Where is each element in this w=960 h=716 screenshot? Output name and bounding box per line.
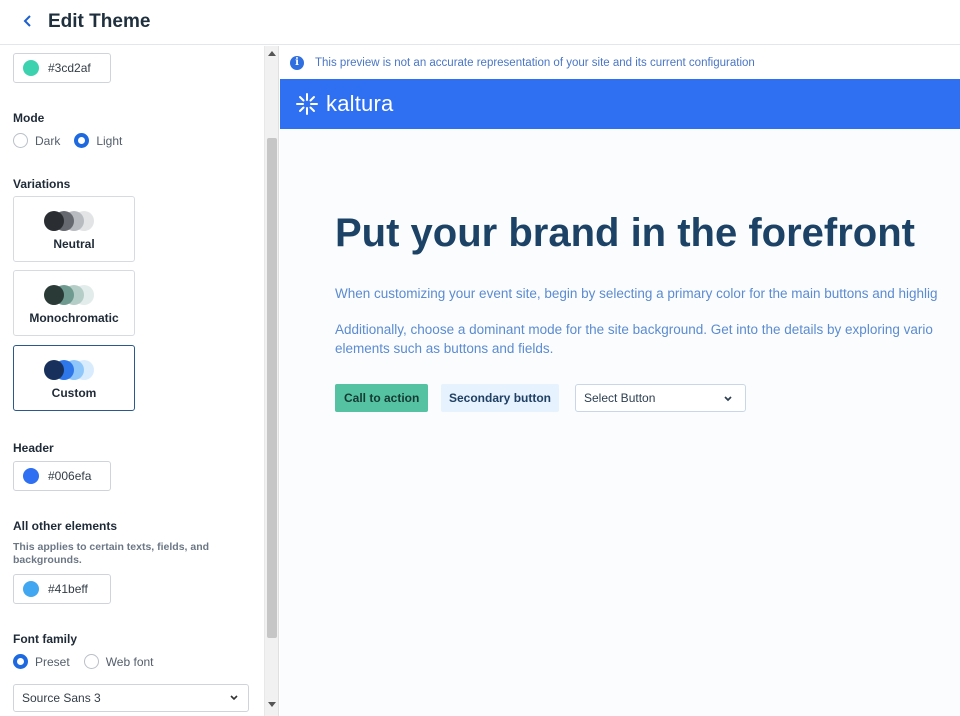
chevron-left-icon [23,15,31,27]
font-preset-label: Preset [35,654,70,669]
font-family-label: Font family [13,632,78,646]
other-elements-color-value: #41beff [48,582,88,596]
radio-dark[interactable] [13,133,28,148]
primary-color-value: #3cd2af [48,61,91,75]
mode-dark-label: Dark [35,133,61,148]
font-family-value: Source Sans 3 [22,691,101,705]
header-color-value: #006efa [48,469,92,483]
brand-name: kaltura [326,91,394,116]
header-color-swatch[interactable] [23,468,39,484]
mode-light-option[interactable]: Light [74,133,122,148]
palette-dot [44,360,64,380]
header-color-label: Header [13,441,54,455]
radio-webfont[interactable] [83,654,99,669]
hero-paragraph-2: Additionally, choose a dominant mode for… [335,322,933,356]
select-button-label: Select Button [584,391,656,405]
hero-paragraph-1: When customizing your event site, begin … [335,286,938,301]
palette-dot [44,285,64,305]
font-preset-option[interactable]: Preset [13,654,70,669]
chevron-down-icon [230,695,238,701]
primary-color-swatch[interactable] [23,60,39,76]
chevron-down-icon [724,396,732,402]
call-to-action-button[interactable]: Call to action [335,384,429,412]
mode-light-label: Light [96,133,123,148]
left-panel-scrollbar[interactable] [264,46,279,716]
palette-dot [44,211,64,231]
primary-color-field[interactable]: #3cd2af [13,53,111,83]
top-header: Edit Theme [0,0,960,45]
back-button[interactable] [18,10,38,32]
variation-card-custom[interactable]: Custom [13,345,135,411]
preview-notice-text: This preview is not an accurate represen… [315,56,755,69]
other-elements-hint: This applies to certain texts, fields, a… [13,541,210,566]
other-elements-label: All other elements [13,519,118,533]
variation-name: Neutral [53,237,95,251]
theme-preview: i This preview is not an accurate repres… [280,46,960,716]
font-webfont-label: Web font [105,654,154,669]
font-family-select[interactable]: Source Sans 3 [13,684,249,712]
other-elements-color-swatch[interactable] [23,581,39,597]
page-title: Edit Theme [48,11,151,32]
info-icon: i [290,55,304,70]
scroll-up-arrow-icon[interactable] [265,50,278,60]
other-elements-color-field[interactable]: #41beff [13,574,111,604]
preview-notice: i This preview is not an accurate repres… [280,46,960,79]
mode-dark-option[interactable]: Dark [13,133,60,148]
select-button-dropdown[interactable]: Select Button [575,384,746,412]
theme-settings-panel: #3cd2af Mode Dark Light Variations Neutr… [0,46,264,716]
neutral-palette-dots [44,211,108,231]
radio-preset[interactable] [13,654,28,669]
mode-label: Mode [13,111,45,125]
font-webfont-option[interactable]: Web font [83,654,154,669]
variation-name: Monochromatic [29,311,119,325]
monochromatic-palette-dots [44,285,108,305]
variation-card-neutral[interactable]: Neutral [13,196,135,262]
font-family-radio-group: Preset Web font [13,654,168,669]
variations-label: Variations [13,177,71,191]
header-color-field[interactable]: #006efa [13,461,111,491]
radio-light[interactable] [74,133,90,148]
variation-name: Custom [51,386,97,400]
kaltura-logo-icon [296,93,318,115]
secondary-button[interactable]: Secondary button [441,384,560,412]
preview-brand-header: kaltura [280,79,960,129]
hero-title: Put your brand in the forefront [335,211,915,255]
scroll-down-arrow-icon[interactable] [265,702,278,712]
scrollbar-thumb[interactable] [267,138,277,638]
variation-card-monochromatic[interactable]: Monochromatic [13,270,135,336]
mode-radio-group: Dark Light [13,133,136,148]
custom-palette-dots [44,360,108,380]
